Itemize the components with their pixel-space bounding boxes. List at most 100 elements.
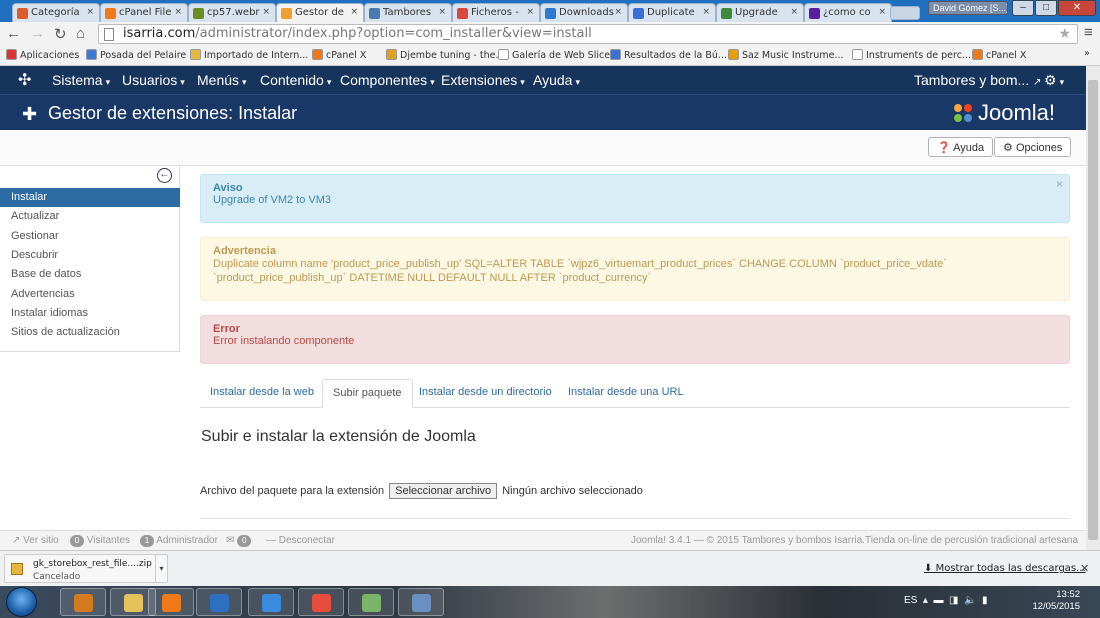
browser-tab[interactable]: Downloads × [540,3,628,22]
sidebar-item[interactable]: Instalar idiomas [0,304,180,323]
site-link[interactable]: Tambores y bom... ↗ [914,72,1041,88]
settings-gear-icon[interactable]: ⚙ ▾ [1044,72,1064,89]
browser-toolbar: ← → ↻ ⌂ isarria.com/administrator/index.… [0,22,1100,46]
taskbar-app[interactable] [196,588,242,616]
sidebar-item[interactable]: Actualizar [0,207,180,226]
top-menu-item[interactable]: Extensiones ▾ [441,72,525,88]
taskbar-app[interactable] [60,588,106,616]
browser-tab[interactable]: Gestor de × [276,3,364,22]
start-button[interactable] [6,587,37,617]
bookmarks-overflow[interactable]: » [1084,48,1090,59]
bookmark-item[interactable]: Aplicaciones [6,49,79,61]
chrome-menu-icon[interactable]: ≡ [1084,24,1093,41]
address-bar[interactable]: isarria.com/administrator/index.php?opti… [98,24,1078,44]
sidebar-item[interactable]: Gestionar [0,227,180,246]
top-menu-item[interactable]: Componentes ▾ [340,72,435,88]
chevron-down-icon: ▾ [105,77,111,87]
taskbar-app[interactable] [248,588,294,616]
chevron-down-icon[interactable]: ▾ [155,555,167,582]
minimize-button[interactable]: – [1012,0,1034,16]
forward-icon[interactable]: → [30,25,45,42]
bookmark-item[interactable]: Galería de Web Slice [498,49,610,61]
taskbar-app[interactable] [348,588,394,616]
bookmark-item[interactable]: Posada del Pelaire [86,49,186,61]
options-button[interactable]: ⚙ Opciones [994,137,1072,157]
sidebar-item[interactable]: Advertencias [0,285,180,304]
browser-tab[interactable]: Tambores × [364,3,452,22]
browser-tab[interactable]: ¿como co × [804,3,892,22]
logout-link[interactable]: — Desconectar [266,535,335,546]
taskbar-app[interactable] [398,588,444,616]
close-icon[interactable]: × [878,7,886,17]
browser-tab[interactable]: Duplicate × [628,3,716,22]
close-icon[interactable]: × [262,7,270,17]
install-tab[interactable]: Instalar desde la web [200,379,324,408]
top-menu-item[interactable]: Sistema ▾ [52,72,110,88]
help-button[interactable]: ❓ Ayuda [928,137,994,157]
bookmark-item[interactable]: Instruments de perc... [852,49,971,61]
browser-tab-label: Downloads [559,7,614,18]
install-tab[interactable]: Subir paquete [322,379,413,408]
download-item[interactable]: gk_storebox_rest_file....zip Cancelado ▾ [4,554,168,583]
bookmark-item[interactable]: Resultados de la Bú... [610,49,727,61]
internet-explorer-icon [262,594,281,612]
scrollbar-thumb[interactable] [1088,80,1098,540]
browser-tab[interactable]: Upgrade × [716,3,804,22]
top-menu-item[interactable]: Usuarios ▾ [122,72,185,88]
choose-file-button[interactable]: Seleccionar archivo [389,483,498,499]
sidebar-item[interactable]: Descubrir [0,246,180,265]
reload-icon[interactable]: ↻ [54,25,67,43]
close-icon[interactable]: × [86,7,94,17]
bookmark-item[interactable]: Djembe tuning - the... [386,49,505,61]
language-indicator[interactable]: ES [904,595,917,606]
close-icon[interactable]: × [438,7,446,17]
upload-label: Archivo del paquete para la extensión [200,485,385,497]
new-tab-button[interactable] [890,6,920,20]
alert-message: Duplicate column name 'product_price_pub… [213,258,947,284]
top-menu-item[interactable]: Menús ▾ [197,72,247,88]
browser-tab[interactable]: cPanel File × [100,3,188,22]
sidebar-item[interactable]: Sitios de actualización [0,323,180,342]
browser-tab-label: cp57.webr [207,7,260,18]
bookmark-item[interactable]: cPanel X [972,49,1026,61]
browser-tab[interactable]: cp57.webr × [188,3,276,22]
show-all-downloads-link[interactable]: ⬇ Mostrar todas las descargas... [924,563,1086,574]
close-icon[interactable]: ✕ [1080,562,1089,575]
close-icon[interactable]: × [350,7,358,17]
home-icon[interactable]: ⌂ [76,25,85,42]
bookmarks-bar: Aplicaciones Posada del Pelaire Importado … [0,46,1100,66]
close-icon[interactable]: × [526,7,534,17]
sidebar-toggle-icon[interactable]: ← [157,168,172,183]
bookmark-star-icon[interactable]: ★ [1058,26,1071,42]
close-icon[interactable]: × [1056,177,1063,191]
close-icon[interactable]: × [614,7,622,17]
bookmark-label: cPanel X [986,50,1027,61]
browser-tab[interactable]: Ficheros - × [452,3,540,22]
clock[interactable]: 13:52 12/05/2015 [1030,589,1080,613]
maximize-button[interactable]: □ [1035,0,1057,16]
bookmark-item[interactable]: cPanel X [312,49,366,61]
joomla-menu-icon[interactable]: ✣ [18,70,31,90]
install-tab[interactable]: Instalar desde una URL [558,379,694,408]
window-close-button[interactable]: ✕ [1058,0,1096,16]
bookmark-label: Instruments de perc... [866,50,971,61]
top-menu-item[interactable]: Ayuda ▾ [533,72,580,88]
messages-indicator[interactable]: ✉ 0 [226,535,252,547]
chevron-down-icon: ▾ [180,77,185,87]
taskbar-app[interactable] [298,588,344,616]
view-site-link[interactable]: ↗ Ver sitio [12,535,59,546]
back-icon[interactable]: ← [6,25,21,42]
bookmark-item[interactable]: Importado de Intern... [190,49,308,61]
close-icon[interactable]: × [702,7,710,17]
install-tab[interactable]: Instalar desde un directorio [409,379,562,408]
close-icon[interactable]: × [790,7,798,17]
sidebar-item[interactable]: Base de datos [0,265,180,284]
page-scrollbar[interactable] [1086,66,1100,550]
taskbar-app[interactable] [148,588,194,616]
browser-tab[interactable]: Categoría × [12,3,100,22]
profile-chip[interactable]: David Gómez [S...] [928,1,1008,15]
bookmark-item[interactable]: Saz Music Instrume... [728,49,844,61]
sidebar-item[interactable]: Instalar [0,188,180,207]
top-menu-item[interactable]: Contenido ▾ [260,72,331,88]
close-icon[interactable]: × [174,7,182,17]
